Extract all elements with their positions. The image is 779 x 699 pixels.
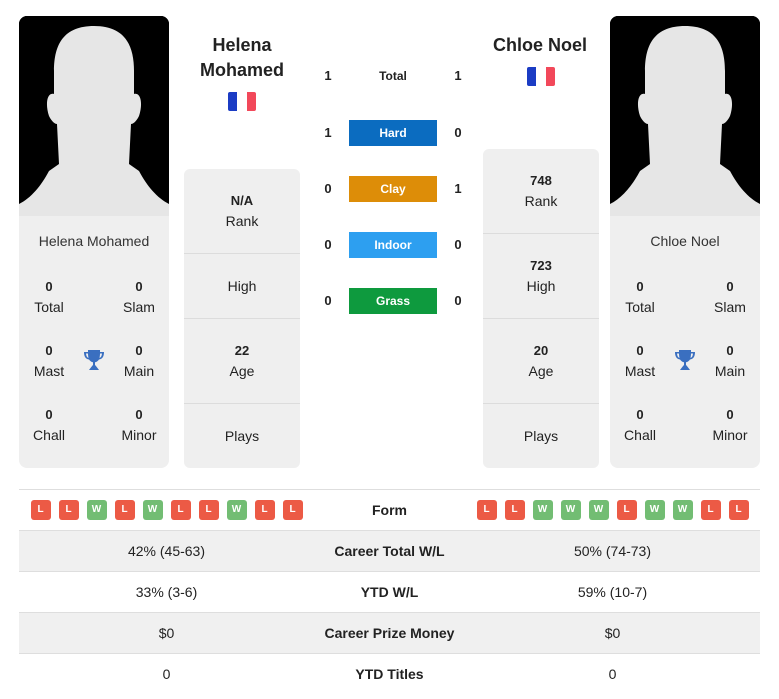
- player-name-right: Chloe Noel: [650, 233, 720, 249]
- form-win-badge[interactable]: W: [644, 500, 665, 520]
- silhouette-icon: [610, 16, 760, 216]
- titles-minor-left: 0 Minor: [121, 407, 157, 443]
- titles-mast-right: 0 Mast: [624, 343, 656, 379]
- h2h-left-value: 0: [324, 293, 332, 308]
- surface-indoor-badge[interactable]: Indoor: [349, 232, 437, 258]
- form-loss-badge[interactable]: L: [282, 500, 303, 520]
- form-loss-badge[interactable]: L: [504, 500, 525, 520]
- silhouette-icon: [19, 16, 169, 216]
- h2h-right-value: 0: [454, 125, 462, 140]
- career-prize-money-label: Career Prize Money: [324, 625, 455, 641]
- surface-grass-badge[interactable]: Grass: [349, 288, 437, 314]
- player-heading-right[interactable]: Chloe Noel: [465, 33, 615, 58]
- ytd-wl-left: 33% (3-6): [135, 584, 198, 600]
- titles-main-left: 0 Main: [123, 343, 155, 379]
- age-cell: 22 Age: [184, 319, 300, 404]
- rank-cell: 748 Rank: [483, 149, 599, 234]
- surface-total-label: Total: [379, 69, 407, 83]
- form-loss-badge[interactable]: L: [30, 500, 51, 520]
- player-photo-right: [610, 16, 760, 216]
- h2h-right-value: 1: [454, 181, 462, 196]
- rank-box-right: 748 Rank 723 High 20 Age Plays: [483, 149, 599, 468]
- table-row: $0 Career Prize Money $0: [19, 612, 760, 653]
- table-row: 33% (3-6) YTD W/L 59% (10-7): [19, 571, 760, 612]
- form-win-badge[interactable]: W: [588, 500, 609, 520]
- player-card-left: Helena Mohamed 0 Total 0 Slam 0 Mast 0 Main …: [19, 16, 169, 468]
- table-row: 0 YTD Titles 0: [19, 653, 760, 694]
- form-win-badge[interactable]: W: [142, 500, 163, 520]
- ytd-wl-label: YTD W/L: [360, 584, 419, 600]
- form-row: LLWLWLLWLL Form LLWWWLWWLL: [19, 489, 760, 530]
- form-loss-badge[interactable]: L: [728, 500, 749, 520]
- form-label: Form: [372, 502, 407, 518]
- form-win-badge[interactable]: W: [86, 500, 107, 520]
- career-total-wl-label: Career Total W/L: [334, 543, 445, 559]
- titles-minor-right: 0 Minor: [712, 407, 748, 443]
- france-flag-icon: [527, 67, 555, 86]
- h2h-left-value: 1: [324, 125, 332, 140]
- ytd-titles-label: YTD Titles: [355, 666, 424, 682]
- plays-cell: Plays: [224, 428, 260, 444]
- titles-slam-right: 0 Slam: [714, 279, 746, 315]
- form-loss-badge[interactable]: L: [58, 500, 79, 520]
- h2h-row-total: 1 Total 1: [310, 63, 475, 89]
- form-loss-badge[interactable]: L: [254, 500, 275, 520]
- trophy-icon: [84, 350, 104, 370]
- rank-box-left: N/A Rank High 22 Age Plays: [184, 169, 300, 468]
- titles-main-right: 0 Main: [714, 343, 746, 379]
- player-photo-left: [19, 16, 169, 216]
- trophy-icon: [675, 350, 695, 370]
- h2h-left-value: 1: [324, 68, 332, 83]
- h2h-right-value: 1: [454, 68, 462, 83]
- titles-chall-left: 0 Chall: [33, 407, 65, 443]
- titles-total-right: 0 Total: [625, 279, 655, 315]
- titles-total-left: 0 Total: [34, 279, 64, 315]
- h2h-right-value: 0: [454, 293, 462, 308]
- high-cell: 723 High: [483, 234, 599, 319]
- age-cell: 20 Age: [483, 319, 599, 404]
- h2h-row-hard: 1 Hard 0: [310, 120, 475, 146]
- form-badges-right: LLWWWLWWLL: [465, 500, 760, 520]
- france-flag-icon: [228, 92, 256, 111]
- player-name-left: Helena Mohamed: [38, 233, 150, 249]
- titles-chall-right: 0 Chall: [624, 407, 656, 443]
- titles-mast-left: 0 Mast: [33, 343, 65, 379]
- ytd-titles-right: 0: [608, 666, 617, 682]
- ytd-wl-right: 59% (10-7): [577, 584, 648, 600]
- h2h-left-value: 0: [324, 237, 332, 252]
- high-cell: High: [184, 254, 300, 319]
- form-loss-badge[interactable]: L: [170, 500, 191, 520]
- table-row: 42% (45-63) Career Total W/L 50% (74-73): [19, 530, 760, 571]
- career-total-wl-left: 42% (45-63): [127, 543, 206, 559]
- ytd-titles-left: 0: [162, 666, 171, 682]
- comparison-table: LLWLWLLWLL Form LLWWWLWWLL 42% (45-63) C…: [19, 489, 760, 694]
- surface-hard-badge[interactable]: Hard: [349, 120, 437, 146]
- career-total-wl-right: 50% (74-73): [573, 543, 652, 559]
- player-heading-left[interactable]: Helena Mohamed: [167, 33, 317, 83]
- form-loss-badge[interactable]: L: [476, 500, 497, 520]
- h2h-row-grass: 0 Grass 0: [310, 288, 475, 314]
- form-loss-badge[interactable]: L: [198, 500, 219, 520]
- career-prize-money-left: $0: [158, 625, 175, 641]
- h2h-row-clay: 0 Clay 1: [310, 176, 475, 202]
- player-card-right: Chloe Noel 0 Total 0 Slam 0 Mast 0 Main 0 Cha…: [610, 16, 760, 468]
- form-loss-badge[interactable]: L: [700, 500, 721, 520]
- form-loss-badge[interactable]: L: [616, 500, 637, 520]
- form-win-badge[interactable]: W: [532, 500, 553, 520]
- form-win-badge[interactable]: W: [672, 500, 693, 520]
- plays-cell: Plays: [523, 428, 559, 444]
- h2h-row-indoor: 0 Indoor 0: [310, 232, 475, 258]
- form-badges-left: LLWLWLLWLL: [19, 500, 314, 520]
- career-prize-money-right: $0: [604, 625, 621, 641]
- form-win-badge[interactable]: W: [560, 500, 581, 520]
- form-loss-badge[interactable]: L: [114, 500, 135, 520]
- form-win-badge[interactable]: W: [226, 500, 247, 520]
- surface-clay-badge[interactable]: Clay: [349, 176, 437, 202]
- h2h-right-value: 0: [454, 237, 462, 252]
- h2h-left-value: 0: [324, 181, 332, 196]
- titles-slam-left: 0 Slam: [123, 279, 155, 315]
- rank-cell: N/A Rank: [184, 169, 300, 254]
